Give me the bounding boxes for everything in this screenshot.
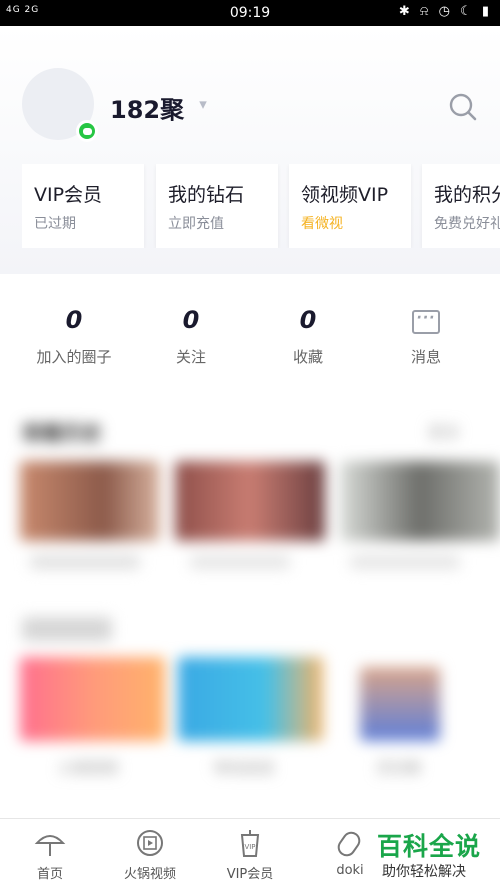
card-subtitle: 看微视 [301,216,343,232]
nav-label: VIP会员 [226,867,274,882]
svg-text:VIP: VIP [244,843,255,851]
stat-value: 0 [182,306,200,334]
stat-value: 0 [65,306,83,334]
message-icon [412,310,440,334]
stat-following[interactable]: 0 关注 [132,306,250,367]
status-bar: 4G 2G 09:19 ✱ ⍾ ◷ ☾ ▮ [0,0,500,26]
umbrella-icon [34,835,66,856]
apps-title [22,617,112,641]
nav-vip[interactable]: VIP VIP会员 [200,827,300,882]
card-subtitle: 已过期 [34,216,76,232]
history-title: 观看历史 [22,421,102,445]
bottom-nav: 首页 火锅视频 VIP VIP会员 doki 百科全说 助你轻松解决 [0,818,500,889]
app-caption: 咪咕阅读 [214,759,275,777]
card-title: 领视频VIP [301,184,389,206]
card-subtitle: 免费兑好礼 [434,216,500,232]
app-thumb[interactable] [20,657,165,741]
stats-row: 0 加入的圈子 0 关注 0 收藏 消息 [0,306,500,376]
profile-header: 182聚 ▾ VIP会员 已过期 我的钻石 立即充值 领视频VIP 看微视 我的… [0,26,500,274]
vip-cup-icon: VIP [240,830,260,857]
vip-level-icon[interactable]: ▾ [193,94,213,114]
stat-label: 加入的圈子 [36,348,112,366]
watermark-title: 百科全说 [377,832,482,861]
card-video-vip[interactable]: 领视频VIP 看微视 [289,164,411,248]
app-caption: 火锅视频 [58,759,119,777]
card-title: 我的积分 [434,184,500,206]
card-subtitle: 立即充值 [168,216,224,232]
app-thumb[interactable] [178,657,323,741]
search-icon[interactable] [448,92,478,122]
card-diamond[interactable]: 我的钻石 立即充值 [156,164,278,248]
play-circle-icon [137,830,163,856]
doki-icon [337,831,361,857]
watermark-subtitle: 助你轻松解决 [382,864,466,880]
card-title: VIP会员 [34,184,103,206]
nav-label: 首页 [36,867,63,882]
app-caption: 灵剑尊 [376,759,422,777]
username[interactable]: 182聚 [110,90,184,125]
history-more-link[interactable]: 更多 [428,419,460,443]
nav-label: 火锅视频 [123,867,176,882]
stat-messages[interactable]: 消息 [367,306,485,367]
history-thumb[interactable] [175,461,325,541]
app-thumb[interactable] [360,667,440,741]
card-vip[interactable]: VIP会员 已过期 [22,164,144,248]
stat-label: 消息 [410,348,441,366]
card-title: 我的钻石 [168,184,245,206]
card-points[interactable]: 我的积分 免费兑好礼 [422,164,500,248]
benefit-cards: VIP会员 已过期 我的钻石 立即充值 领视频VIP 看微视 我的积分 免费兑好… [22,164,500,248]
history-thumb[interactable] [20,461,160,541]
blurred-content: 观看历史 更多 火锅视频 咪咕阅读 灵剑尊 [0,405,500,810]
stat-label: 收藏 [292,348,323,366]
stat-favorites[interactable]: 0 收藏 [249,306,367,367]
stat-value: 0 [299,306,317,334]
nav-hotpot-video[interactable]: 火锅视频 [100,827,200,882]
status-icons: ✱ ⍾ ◷ ☾ ▮ [398,4,492,19]
stat-label: 关注 [175,348,206,366]
wechat-badge-icon [76,120,98,142]
history-thumb[interactable] [340,461,500,541]
stat-circles[interactable]: 0 加入的圈子 [15,306,133,367]
nav-home[interactable]: 首页 [0,827,100,882]
